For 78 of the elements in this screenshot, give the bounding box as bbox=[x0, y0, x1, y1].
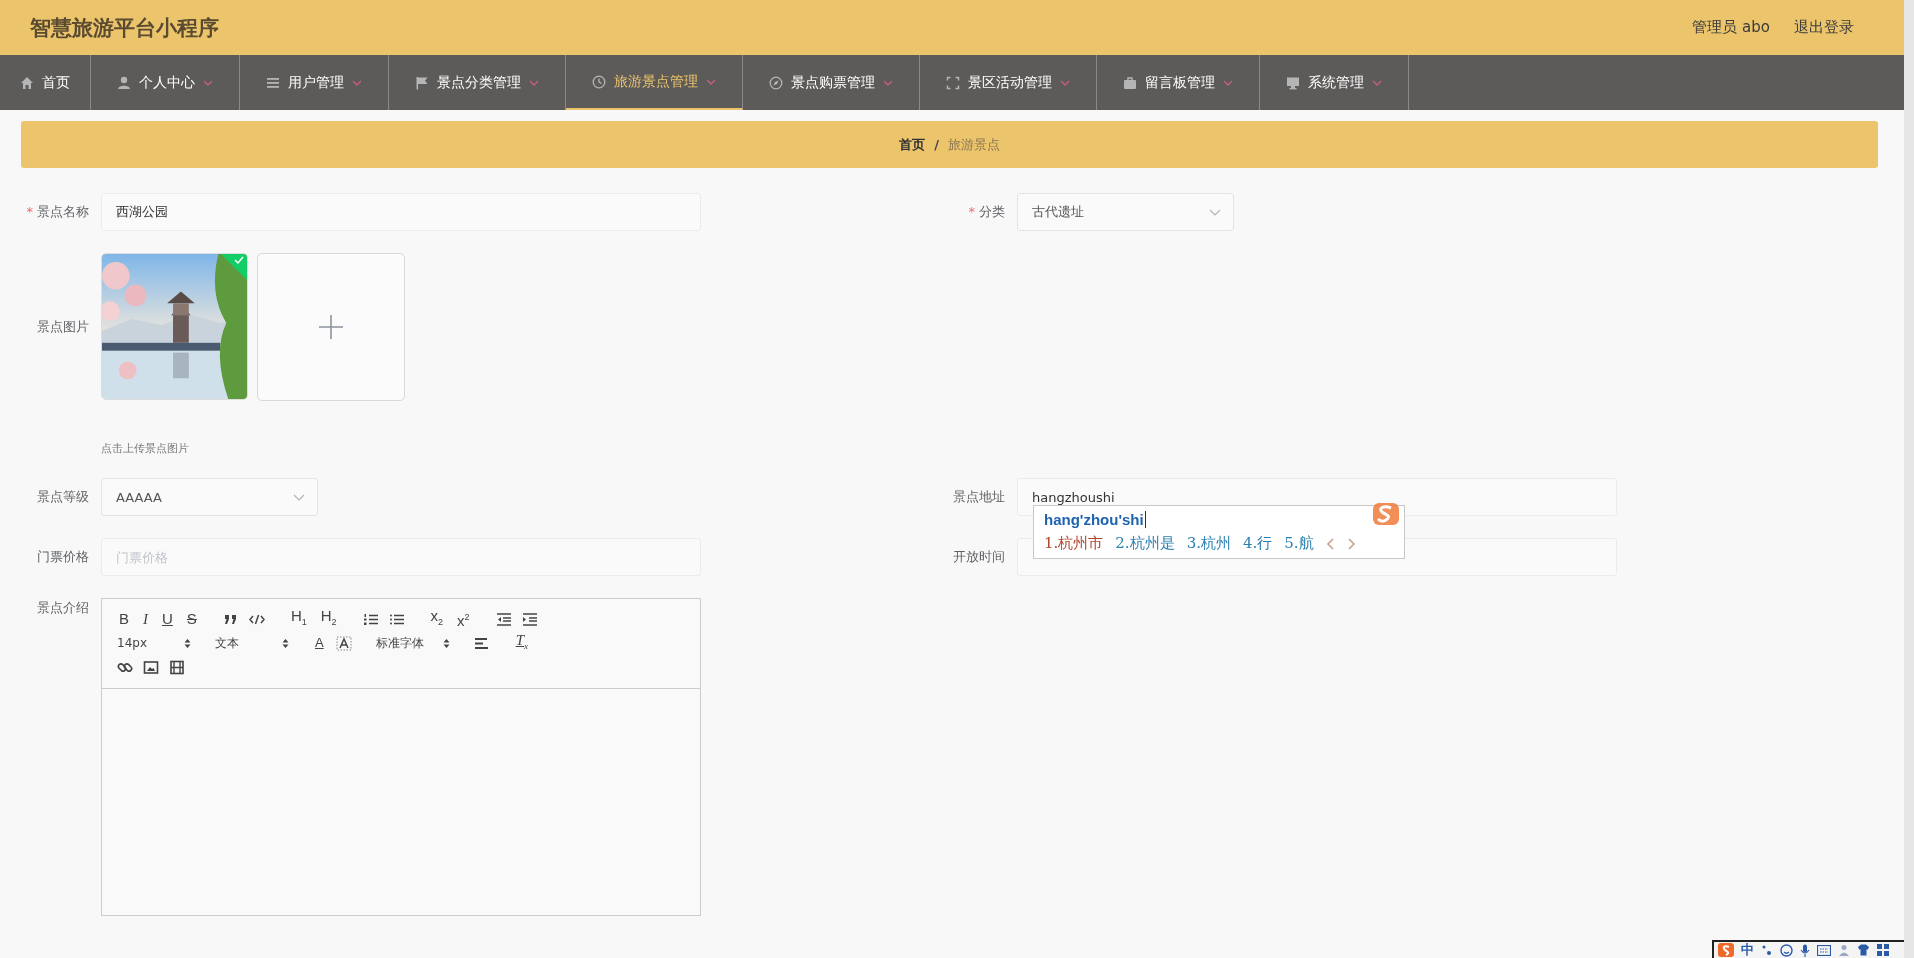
shirt-icon[interactable] bbox=[1857, 944, 1870, 956]
ime-candidate[interactable]: 3.杭州 bbox=[1186, 534, 1231, 553]
punctuation-icon[interactable] bbox=[1761, 944, 1773, 956]
required-mark: * bbox=[968, 204, 975, 219]
ime-logo-icon[interactable] bbox=[1718, 943, 1734, 957]
flag-icon bbox=[415, 75, 429, 90]
plus-icon bbox=[318, 314, 344, 340]
toolbar-dropdown[interactable]: 标准字体 bbox=[375, 634, 450, 652]
nav-item[interactable]: 旅游景点管理 bbox=[566, 55, 743, 110]
format-button[interactable]: x$^{2}$ bbox=[455, 607, 472, 631]
select-field[interactable]: 古代遗址 bbox=[1017, 193, 1234, 231]
format-button[interactable]: H$_{2}$ bbox=[318, 606, 339, 632]
chevron-down-icon bbox=[293, 493, 305, 501]
required-mark: * bbox=[26, 204, 33, 219]
toolbar-dropdown[interactable]: 文本 bbox=[215, 634, 289, 652]
grid-icon[interactable] bbox=[1877, 944, 1889, 956]
highlight-icon[interactable] bbox=[335, 635, 352, 651]
nav-item[interactable]: 首页 bbox=[0, 55, 91, 110]
ime-candidate[interactable]: 1.杭州市 bbox=[1044, 534, 1104, 553]
upload-hint: 点击上传景点图片 bbox=[101, 441, 190, 456]
ime-candidate[interactable]: 4.行 bbox=[1242, 534, 1273, 553]
compass-icon bbox=[769, 75, 783, 90]
field-label: 景点地址 bbox=[953, 489, 1005, 504]
nav-item[interactable]: 留言板管理 bbox=[1097, 55, 1260, 110]
ime-candidate[interactable]: 5.航 bbox=[1284, 534, 1314, 553]
field-label: 分类 bbox=[979, 204, 1005, 219]
breadcrumb-link[interactable]: 首页 bbox=[899, 135, 926, 154]
field-label: 景点图片 bbox=[37, 319, 89, 334]
smiley-icon[interactable] bbox=[1780, 943, 1793, 957]
align-left-icon[interactable] bbox=[473, 635, 490, 651]
menu-icon bbox=[266, 75, 280, 90]
nav-item[interactable]: 景区活动管理 bbox=[920, 55, 1097, 110]
format-button[interactable]: x$_{2}$ bbox=[428, 606, 446, 632]
format-button[interactable]: H$_{1}$ bbox=[288, 606, 309, 632]
logout-link[interactable]: 退出登录 bbox=[1794, 18, 1854, 37]
field-label: 景点名称 bbox=[37, 204, 89, 219]
scrollbar[interactable] bbox=[1904, 0, 1914, 958]
format-button[interactable]: T$_{x}$ bbox=[513, 630, 530, 656]
app-title: 智慧旅游平台小程序 bbox=[30, 14, 219, 42]
nav-item[interactable]: 景点购票管理 bbox=[743, 55, 920, 110]
briefcase-icon bbox=[1123, 75, 1137, 90]
field-label: 景点等级 bbox=[37, 489, 89, 504]
microphone-icon[interactable] bbox=[1800, 943, 1810, 957]
nav-item[interactable]: 景点分类管理 bbox=[389, 55, 566, 110]
ime-candidate[interactable]: 2.杭州是 bbox=[1115, 534, 1175, 553]
ime-composition: hang'zhou'shi bbox=[1044, 510, 1146, 528]
image-icon[interactable] bbox=[143, 659, 159, 675]
home-icon bbox=[20, 75, 34, 90]
format-button[interactable]: U bbox=[160, 609, 175, 629]
format-button[interactable]: A bbox=[313, 633, 326, 653]
outdent-icon[interactable] bbox=[495, 611, 512, 627]
sort-arrows-icon bbox=[282, 637, 289, 649]
format-button[interactable]: B bbox=[117, 609, 131, 629]
input-mode-toggle[interactable]: 中 bbox=[1741, 942, 1754, 958]
toolbar-dropdown[interactable]: 14px bbox=[117, 636, 191, 650]
chevron-down-icon bbox=[1209, 208, 1221, 216]
monitor-icon bbox=[1286, 75, 1300, 90]
nav-item[interactable]: 用户管理 bbox=[240, 55, 389, 110]
format-button[interactable]: I bbox=[141, 609, 150, 629]
select-field[interactable]: AAAAA bbox=[101, 478, 318, 516]
input-field[interactable]: 西湖公园 bbox=[101, 193, 701, 231]
nav-item[interactable]: 系统管理 bbox=[1260, 55, 1409, 110]
user-name: 管理员 abo bbox=[1692, 18, 1770, 37]
sort-arrows-icon bbox=[442, 637, 450, 649]
format-button[interactable]: S bbox=[184, 609, 199, 629]
sort-arrows-icon bbox=[184, 637, 191, 649]
field-label: 门票价格 bbox=[37, 549, 89, 564]
clock-icon bbox=[592, 74, 606, 89]
user-icon bbox=[117, 75, 131, 90]
frame-icon bbox=[946, 75, 960, 90]
field-label: 景点介绍 bbox=[37, 600, 89, 615]
keyboard-icon[interactable] bbox=[1817, 944, 1831, 956]
breadcrumb-separator: / bbox=[934, 137, 939, 152]
nav-item[interactable]: 个人中心 bbox=[91, 55, 240, 110]
ordered-list-icon[interactable] bbox=[362, 611, 379, 627]
field-label: 开放时间 bbox=[953, 549, 1005, 564]
indent-icon[interactable] bbox=[521, 611, 538, 627]
film-icon[interactable] bbox=[169, 659, 185, 675]
